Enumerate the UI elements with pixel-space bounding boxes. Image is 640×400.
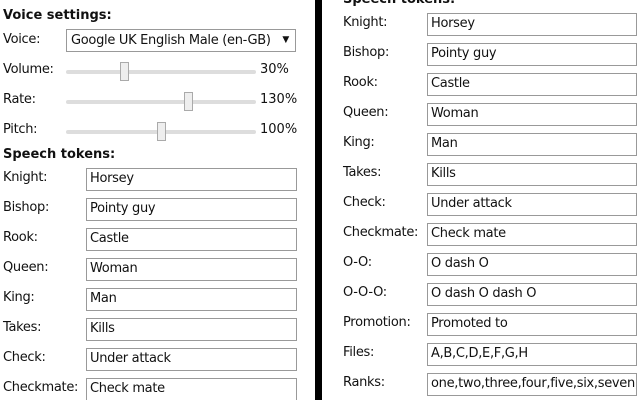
slider-value: 30%	[260, 62, 289, 77]
token-input[interactable]: one,two,three,four,five,six,seven,e	[427, 373, 637, 396]
token-label: Promotion:	[343, 315, 411, 330]
token-label: Takes:	[3, 320, 42, 335]
token-label: Files:	[343, 345, 375, 360]
slider-value: 130%	[260, 92, 298, 107]
slider-label: Volume:	[3, 62, 54, 77]
token-input[interactable]: Castle	[427, 73, 637, 96]
token-input[interactable]: Horsey	[427, 13, 637, 36]
slider-label: Rate:	[3, 92, 36, 107]
token-label: Queen:	[343, 105, 389, 120]
token-input[interactable]: Castle	[86, 228, 297, 251]
speech-tokens-heading: Speech tokens:	[3, 147, 116, 162]
token-input[interactable]: Woman	[86, 258, 297, 281]
token-input[interactable]: Check mate	[86, 378, 297, 400]
panel-divider	[315, 0, 322, 400]
left-settings-panel: Voice settings: Voice: Google UK English…	[0, 0, 312, 400]
token-input[interactable]: Horsey	[86, 168, 297, 191]
token-label: O-O:	[343, 255, 372, 270]
token-input[interactable]: Check mate	[427, 223, 637, 246]
token-label: Rook:	[3, 230, 38, 245]
voice-settings-heading: Voice settings:	[3, 8, 112, 23]
voice-label: Voice:	[3, 32, 41, 47]
token-label: King:	[3, 290, 35, 305]
token-input[interactable]: Pointy guy	[86, 198, 297, 221]
chevron-down-icon: ▼	[282, 35, 289, 45]
token-input[interactable]: Under attack	[427, 193, 637, 216]
token-input[interactable]: A,B,C,D,E,F,G,H	[427, 343, 637, 366]
volume-slider[interactable]	[66, 62, 256, 81]
token-input[interactable]: Pointy guy	[427, 43, 637, 66]
token-label: Knight:	[343, 15, 388, 30]
token-label: O-O-O:	[343, 285, 387, 300]
token-input[interactable]: Man	[86, 288, 297, 311]
token-label: Takes:	[343, 165, 382, 180]
token-label: Knight:	[3, 170, 48, 185]
rate-slider[interactable]	[66, 92, 256, 111]
token-label: Check:	[3, 350, 46, 365]
voice-select-value: Google UK English Male (en-GB)	[71, 33, 271, 48]
token-input[interactable]: Man	[427, 133, 637, 156]
slider-thumb[interactable]	[156, 122, 166, 141]
voice-select[interactable]: Google UK English Male (en-GB) ▼	[66, 29, 296, 52]
token-label: Bishop:	[3, 200, 50, 215]
slider-thumb[interactable]	[120, 62, 130, 81]
token-input[interactable]: O dash O dash O	[427, 283, 637, 306]
token-label: King:	[343, 135, 375, 150]
slider-thumb[interactable]	[183, 92, 193, 111]
token-label: Checkmate:	[343, 225, 419, 240]
token-label: Bishop:	[343, 45, 390, 60]
token-label: Queen:	[3, 260, 49, 275]
pitch-slider[interactable]	[66, 122, 256, 141]
token-label: Ranks:	[343, 375, 385, 390]
token-label: Rook:	[343, 75, 378, 90]
token-input[interactable]: Kills	[86, 318, 297, 341]
token-input[interactable]: Promoted to	[427, 313, 637, 336]
right-settings-panel: Speech tokens: Knight: Horsey Bishop: Poi…	[322, 0, 640, 400]
slider-label: Pitch:	[3, 122, 38, 137]
token-input[interactable]: Woman	[427, 103, 637, 126]
speech-tokens-heading: Speech tokens:	[343, 0, 455, 7]
token-input[interactable]: Under attack	[86, 348, 297, 371]
token-label: Check:	[343, 195, 386, 210]
token-input[interactable]: O dash O	[427, 253, 637, 276]
token-label: Checkmate:	[3, 380, 79, 395]
token-input[interactable]: Kills	[427, 163, 637, 186]
slider-value: 100%	[260, 122, 298, 137]
